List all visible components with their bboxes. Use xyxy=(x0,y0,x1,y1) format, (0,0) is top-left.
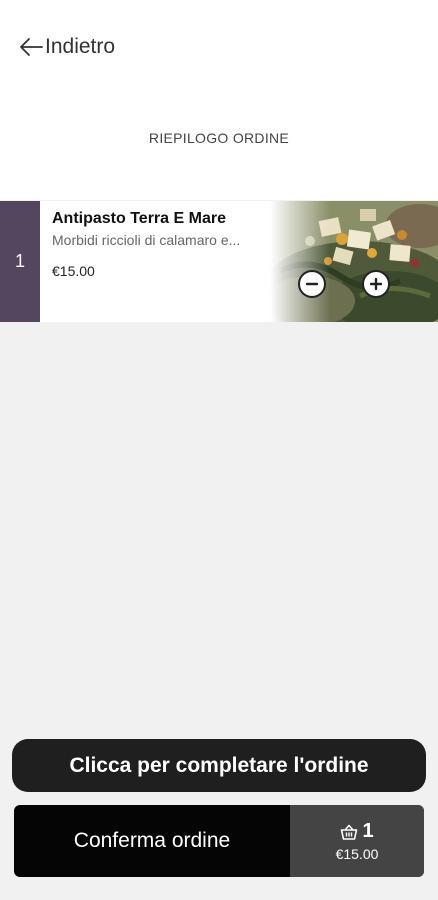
header: Indietro RIEPILOGO ORDINE xyxy=(0,0,438,200)
complete-order-button[interactable]: Clicca per completare l'ordine xyxy=(12,739,426,792)
item-quantity: 1 xyxy=(0,201,40,322)
cart-count: 1 xyxy=(362,820,374,842)
back-button[interactable]: Indietro xyxy=(18,32,115,62)
back-label: Indietro xyxy=(45,35,116,58)
cart-total: €15.00 xyxy=(335,846,379,862)
page-title: RIEPILOGO ORDINE xyxy=(148,130,290,146)
confirm-bar: Conferma ordine 1 €15.00 xyxy=(14,805,424,877)
item-image xyxy=(270,201,438,322)
basket-icon xyxy=(341,824,358,840)
image-fade xyxy=(270,201,330,322)
cart-summary[interactable]: 1 €15.00 xyxy=(290,805,424,877)
increase-quantity-button[interactable] xyxy=(362,270,390,298)
arrow-left-icon xyxy=(20,38,43,56)
minus-icon xyxy=(305,282,319,286)
item-description: Morbidi riccioli di calamaro e... xyxy=(52,232,241,248)
item-info: Antipasto Terra E Mare Morbidi riccioli … xyxy=(40,201,270,322)
confirm-order-button[interactable]: Conferma ordine xyxy=(14,805,290,877)
cart-count-row: 1 xyxy=(340,820,374,843)
plus-icon xyxy=(369,277,383,291)
item-name: Antipasto Terra E Mare xyxy=(52,210,226,227)
decrease-quantity-button[interactable] xyxy=(298,270,326,298)
order-item: 1 Antipasto Terra E Mare Morbidi ricciol… xyxy=(0,201,438,322)
item-price: €15.00 xyxy=(52,263,95,279)
